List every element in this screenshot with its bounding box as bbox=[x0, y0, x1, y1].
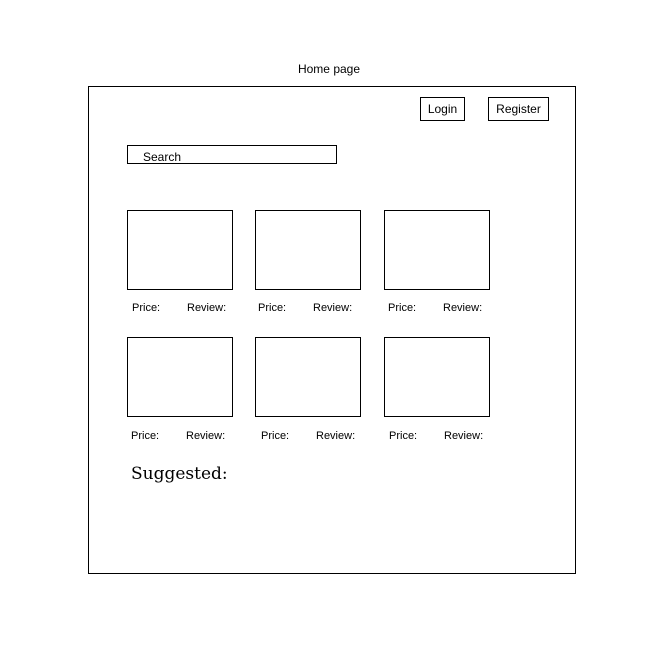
product-3-review-label: Review: bbox=[443, 302, 483, 314]
product-2-review-label: Review: bbox=[313, 302, 353, 314]
product-2-price-label: Price: bbox=[258, 302, 287, 314]
search-input[interactable]: Search bbox=[127, 145, 337, 164]
page-caption: Home page bbox=[297, 62, 361, 76]
product-3-price-label: Price: bbox=[388, 302, 417, 314]
product-4-review-label: Review: bbox=[186, 430, 226, 442]
suggested-heading: Suggested: bbox=[131, 464, 228, 484]
product-1-price-label: Price: bbox=[132, 302, 161, 314]
product-image-3[interactable] bbox=[384, 210, 490, 290]
product-6-review-label: Review: bbox=[444, 430, 484, 442]
product-image-5[interactable] bbox=[255, 337, 361, 417]
product-image-4[interactable] bbox=[127, 337, 233, 417]
register-button[interactable]: Register bbox=[488, 97, 549, 121]
product-4-price-label: Price: bbox=[131, 430, 160, 442]
product-image-6[interactable] bbox=[384, 337, 490, 417]
product-image-1[interactable] bbox=[127, 210, 233, 290]
product-5-price-label: Price: bbox=[261, 430, 290, 442]
login-button[interactable]: Login bbox=[420, 97, 465, 121]
product-image-2[interactable] bbox=[255, 210, 361, 290]
search-placeholder: Search bbox=[143, 149, 182, 164]
product-5-review-label: Review: bbox=[316, 430, 356, 442]
product-6-price-label: Price: bbox=[389, 430, 418, 442]
product-1-review-label: Review: bbox=[187, 302, 227, 314]
